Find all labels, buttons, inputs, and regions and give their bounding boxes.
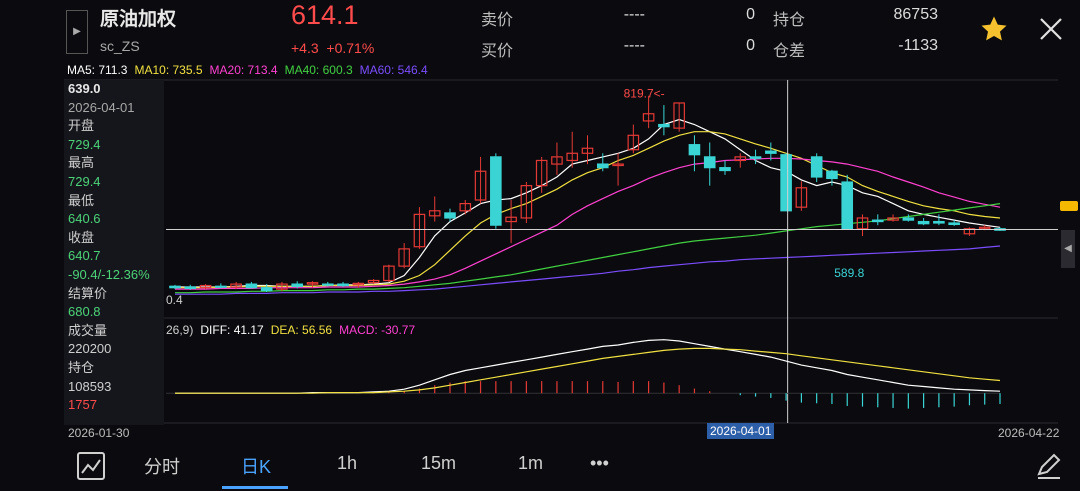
low-value: 640.6	[68, 211, 101, 227]
candle-body	[490, 156, 502, 226]
candle-body	[215, 285, 227, 288]
oi-label: 持仓	[68, 359, 95, 375]
candle-body	[658, 123, 670, 128]
ma-line-ma20	[175, 157, 1001, 290]
cursor-price: 639.0	[68, 81, 101, 96]
oi-change: 1757	[68, 397, 97, 413]
expand-right-button[interactable]: ◀	[1061, 230, 1075, 268]
candle-body	[169, 285, 181, 289]
candle-body	[917, 220, 930, 225]
candle-body	[184, 286, 197, 290]
candle-body	[810, 156, 823, 178]
candle-body	[871, 219, 884, 223]
candle-body	[245, 283, 258, 289]
candle-body	[902, 217, 915, 221]
candle-body	[841, 181, 854, 230]
period-tabs: 分时 日K 1h 15m 1m •••	[64, 444, 1080, 491]
tab-1h[interactable]: 1h	[337, 453, 357, 474]
end-date: 2026-04-22	[998, 426, 1060, 440]
cursor-date-label: 2026-04-01	[707, 423, 775, 439]
open-label: 开盘	[68, 118, 95, 134]
close-value: 640.7	[68, 248, 101, 264]
high-label: 最高	[68, 155, 95, 171]
draw-tool-icon[interactable]	[1034, 450, 1064, 480]
candle-body	[260, 287, 273, 292]
cursor-date: 2026-04-01	[68, 99, 135, 115]
candle-body	[826, 170, 838, 180]
settle-label: 结算价	[68, 285, 108, 301]
price-marker	[1060, 201, 1078, 211]
candle-body	[719, 167, 731, 172]
tab-15m[interactable]: 15m	[421, 453, 456, 474]
close-change: -90.4/-12.36%	[68, 266, 150, 282]
candle-body	[703, 156, 716, 169]
ma-line-ma60	[175, 245, 1001, 295]
candle-body	[321, 283, 334, 286]
start-date: 2026-01-30	[68, 426, 130, 440]
volume-value: 220200	[68, 341, 112, 357]
candle-body	[749, 156, 762, 159]
candle-body	[337, 283, 349, 287]
chart-icon[interactable]	[76, 451, 106, 481]
oi-value: 108593	[68, 378, 112, 394]
ma-line-ma40	[175, 203, 1001, 294]
settle-value: 680.8	[68, 304, 101, 320]
candle-body	[291, 283, 304, 287]
low-label: 最低	[68, 192, 95, 208]
candle-body	[596, 163, 609, 169]
tab-more[interactable]: •••	[590, 453, 609, 474]
tab-1m[interactable]: 1m	[518, 453, 543, 474]
volume-label: 成交量	[68, 322, 108, 338]
close-label: 收盘	[68, 229, 95, 245]
candle-body	[765, 150, 777, 154]
candle-body	[444, 212, 456, 219]
candle-body	[933, 220, 945, 224]
left-value-label: 0.4	[166, 293, 183, 307]
candle-body	[780, 154, 792, 212]
high-annotation: 819.7<-	[624, 87, 665, 101]
tab-daily[interactable]: 日K	[241, 453, 271, 479]
low-annotation: 589.8	[834, 266, 864, 280]
candle-body	[688, 144, 701, 156]
crosshair-info-panel: 639.0 2026-04-01 开盘 729.4 最高 729.4 最低 64…	[64, 80, 164, 425]
candle-body	[948, 222, 960, 226]
tab-intraday[interactable]: 分时	[144, 453, 180, 479]
open-value: 729.4	[68, 136, 101, 152]
active-tab-indicator	[222, 486, 288, 489]
high-value: 729.4	[68, 173, 101, 189]
